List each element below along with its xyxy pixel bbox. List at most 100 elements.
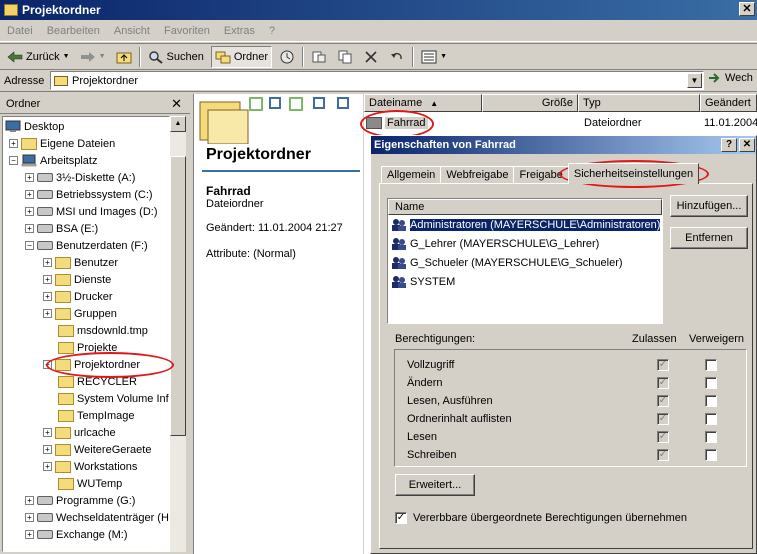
- expand-icon[interactable]: +: [25, 173, 34, 182]
- list-item[interactable]: G_Lehrer (MAYERSCHULE\G_Lehrer): [388, 234, 662, 253]
- expand-icon[interactable]: +: [43, 428, 52, 437]
- menu-extras[interactable]: Extras: [217, 25, 262, 37]
- expand-icon[interactable]: +: [25, 207, 34, 216]
- tree-item[interactable]: + Eigene Dateien: [9, 135, 115, 152]
- undo-button[interactable]: [386, 46, 408, 68]
- list-item[interactable]: Administratoren (MAYERSCHULE\Administrat…: [388, 215, 662, 234]
- chevron-down-icon[interactable]: ▼: [63, 53, 70, 60]
- tree-item[interactable]: TempImage: [58, 407, 134, 424]
- close-window-button[interactable]: ✕: [739, 2, 755, 16]
- address-dropdown-button[interactable]: ▼: [687, 73, 702, 88]
- list-item[interactable]: G_Schueler (MAYERSCHULE\G_Schueler): [388, 253, 662, 272]
- expand-icon[interactable]: +: [43, 275, 52, 284]
- column-header-changed[interactable]: Geändert: [700, 94, 757, 112]
- user-group-icon: [392, 218, 406, 231]
- menu-datei[interactable]: Datei: [0, 25, 40, 37]
- allow-checkbox[interactable]: ✓: [657, 413, 669, 425]
- column-header-name[interactable]: Dateiname ▲: [364, 94, 482, 112]
- principals-list[interactable]: Name Administratoren (MAYERSCHULE\Admini…: [387, 198, 663, 324]
- list-item[interactable]: SYSTEM: [388, 272, 662, 291]
- collapse-icon[interactable]: −: [25, 241, 34, 250]
- menu-ansicht[interactable]: Ansicht: [107, 25, 157, 37]
- move-to-button[interactable]: [308, 46, 330, 68]
- tree-item[interactable]: + Exchange (M:): [25, 526, 128, 543]
- menu-favoriten[interactable]: Favoriten: [157, 25, 217, 37]
- search-button[interactable]: Suchen: [145, 46, 207, 68]
- chevron-down-icon[interactable]: ▼: [440, 53, 447, 60]
- deny-checkbox[interactable]: [705, 413, 717, 425]
- tree-item[interactable]: + WeitereGeraete: [43, 441, 151, 458]
- views-button[interactable]: ▼: [418, 46, 450, 68]
- add-button[interactable]: Hinzufügen...: [670, 195, 748, 217]
- tree-item[interactable]: + Workstations: [43, 458, 137, 475]
- scroll-up-icon[interactable]: ▲: [170, 116, 186, 132]
- expand-icon[interactable]: +: [25, 513, 34, 522]
- tree-item[interactable]: − Arbeitsplatz: [9, 152, 97, 169]
- expand-icon[interactable]: +: [43, 258, 52, 267]
- inherit-permissions-option[interactable]: ✓ Vererbbare übergeordnete Berechtigunge…: [395, 512, 687, 524]
- history-button[interactable]: [276, 46, 298, 68]
- tree-item[interactable]: + Betriebssystem (C:): [25, 186, 153, 203]
- tree-item[interactable]: + Programme (G:): [25, 492, 135, 509]
- allow-checkbox[interactable]: ✓: [657, 395, 669, 407]
- expand-icon[interactable]: +: [25, 190, 34, 199]
- remove-button[interactable]: Entfernen: [670, 227, 748, 249]
- tree-item[interactable]: msdownld.tmp: [58, 322, 148, 339]
- expand-icon[interactable]: +: [43, 292, 52, 301]
- up-folder-button[interactable]: [113, 46, 135, 68]
- tree-item[interactable]: WUTemp: [58, 475, 122, 492]
- deny-checkbox[interactable]: [705, 395, 717, 407]
- back-button[interactable]: Zurück ▼: [4, 46, 73, 68]
- deny-checkbox[interactable]: [705, 377, 717, 389]
- tab-webfreigabe[interactable]: Webfreigabe: [440, 166, 515, 184]
- expand-icon[interactable]: +: [9, 139, 18, 148]
- tree-item[interactable]: + MSI und Images (D:): [25, 203, 157, 220]
- folder-tree-scrollbar[interactable]: ▲: [170, 116, 186, 552]
- tree-item[interactable]: Desktop: [5, 118, 64, 135]
- deny-checkbox[interactable]: [705, 431, 717, 443]
- menu-help[interactable]: ?: [262, 25, 282, 37]
- tab-sicherheitseinstellungen[interactable]: Sicherheitseinstellungen: [567, 163, 700, 184]
- expand-icon[interactable]: +: [43, 309, 52, 318]
- scrollbar-thumb[interactable]: [170, 156, 186, 436]
- tree-item[interactable]: + Benutzer: [43, 254, 118, 271]
- column-header-type[interactable]: Typ: [578, 94, 700, 112]
- tree-item[interactable]: + Gruppen: [43, 305, 117, 322]
- go-button[interactable]: Wech: [708, 72, 753, 84]
- tree-item[interactable]: + Drucker: [43, 288, 113, 305]
- delete-button[interactable]: [360, 46, 382, 68]
- deny-checkbox[interactable]: [705, 449, 717, 461]
- expand-icon[interactable]: +: [25, 530, 34, 539]
- allow-checkbox[interactable]: ✓: [657, 431, 669, 443]
- collapse-icon[interactable]: −: [9, 156, 18, 165]
- close-icon[interactable]: ✕: [739, 138, 755, 152]
- expand-icon[interactable]: +: [43, 445, 52, 454]
- expand-icon[interactable]: +: [25, 224, 34, 233]
- tree-item[interactable]: + urlcache: [43, 424, 116, 441]
- close-icon[interactable]: ✕: [171, 96, 182, 112]
- copy-to-button[interactable]: [334, 46, 356, 68]
- tree-item[interactable]: + BSA (E:): [25, 220, 98, 237]
- tree-item[interactable]: − Benutzerdaten (F:): [25, 237, 148, 254]
- allow-checkbox[interactable]: ✓: [657, 449, 669, 461]
- expand-icon[interactable]: +: [43, 462, 52, 471]
- advanced-button[interactable]: Erweitert...: [395, 474, 475, 496]
- allow-checkbox[interactable]: ✓: [657, 377, 669, 389]
- tab-allgemein[interactable]: Allgemein: [381, 166, 442, 184]
- expand-icon[interactable]: +: [25, 496, 34, 505]
- forward-button[interactable]: ▼: [77, 46, 109, 68]
- menu-bearbeiten[interactable]: Bearbeiten: [40, 25, 107, 37]
- name-column-header[interactable]: Name: [388, 199, 662, 215]
- tree-item[interactable]: + 3½-Diskette (A:): [25, 169, 135, 186]
- tree-item[interactable]: + Dienste: [43, 271, 111, 288]
- folders-button[interactable]: Ordner: [210, 45, 273, 68]
- column-header-size[interactable]: Größe: [482, 94, 578, 112]
- allow-checkbox[interactable]: ✓: [657, 359, 669, 371]
- address-input[interactable]: Projektordner ▼: [50, 71, 704, 90]
- help-button[interactable]: ?: [721, 138, 737, 152]
- tree-item[interactable]: System Volume Info: [58, 390, 169, 407]
- chevron-down-icon[interactable]: ▼: [99, 53, 106, 60]
- tree-item[interactable]: + Wechseldatenträger (H: [25, 509, 169, 526]
- inherit-checkbox[interactable]: ✓: [395, 512, 407, 524]
- deny-checkbox[interactable]: [705, 359, 717, 371]
